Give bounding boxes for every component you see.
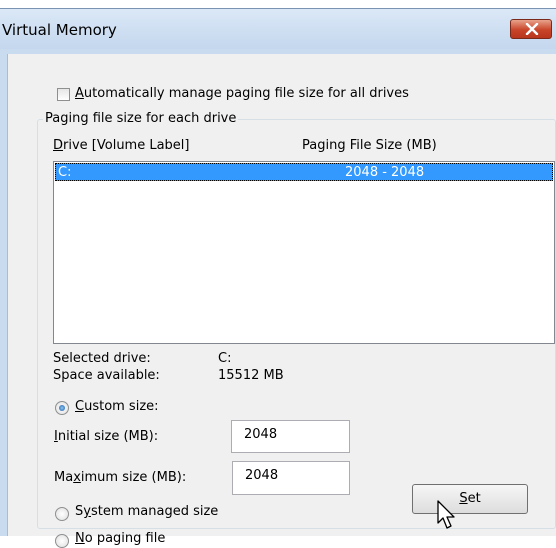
maximum-size-input[interactable]: 2048 xyxy=(232,461,350,495)
list-item[interactable]: C: 2048 - 2048 xyxy=(55,163,553,181)
custom-size-radio[interactable] xyxy=(55,401,69,415)
close-button[interactable] xyxy=(510,19,552,39)
maximum-size-label: Maximum size (MB): xyxy=(54,470,187,485)
drive-listbox[interactable]: C: 2048 - 2048 xyxy=(53,161,555,344)
system-managed-radio[interactable] xyxy=(55,507,69,521)
list-item-drive: C: xyxy=(58,165,72,180)
column-header-drive: Drive [Volume Label] xyxy=(53,138,190,153)
space-available-label: Space available: xyxy=(53,368,160,383)
title-bar: Virtual Memory xyxy=(0,9,556,49)
list-item-size: 2048 - 2048 xyxy=(345,165,425,180)
virtual-memory-window: Virtual Memory Automatically manage pagi… xyxy=(0,8,556,548)
system-managed-label[interactable]: System managed size xyxy=(75,504,218,519)
no-paging-file-label[interactable]: No paging file xyxy=(75,531,165,546)
selected-drive-label: Selected drive: xyxy=(53,351,151,366)
auto-manage-checkbox[interactable] xyxy=(57,88,70,101)
initial-size-label: Initial size (MB): xyxy=(54,429,159,444)
set-button[interactable]: Set xyxy=(412,484,528,514)
group-title: Paging file size for each drive xyxy=(43,111,239,126)
space-available-value: 15512 MB xyxy=(218,368,284,383)
window-title: Virtual Memory xyxy=(2,21,117,39)
column-header-size: Paging File Size (MB) xyxy=(302,138,437,153)
custom-size-label[interactable]: Custom size: xyxy=(75,399,159,414)
selected-drive-value: C: xyxy=(218,351,232,366)
dialog-body: Automatically manage paging file size fo… xyxy=(7,54,556,548)
initial-size-input[interactable]: 2048 xyxy=(231,420,350,453)
auto-manage-label[interactable]: Automatically manage paging file size fo… xyxy=(75,86,409,101)
mouse-pointer-icon xyxy=(437,500,455,529)
no-paging-file-radio[interactable] xyxy=(55,534,69,548)
close-icon xyxy=(525,23,539,35)
